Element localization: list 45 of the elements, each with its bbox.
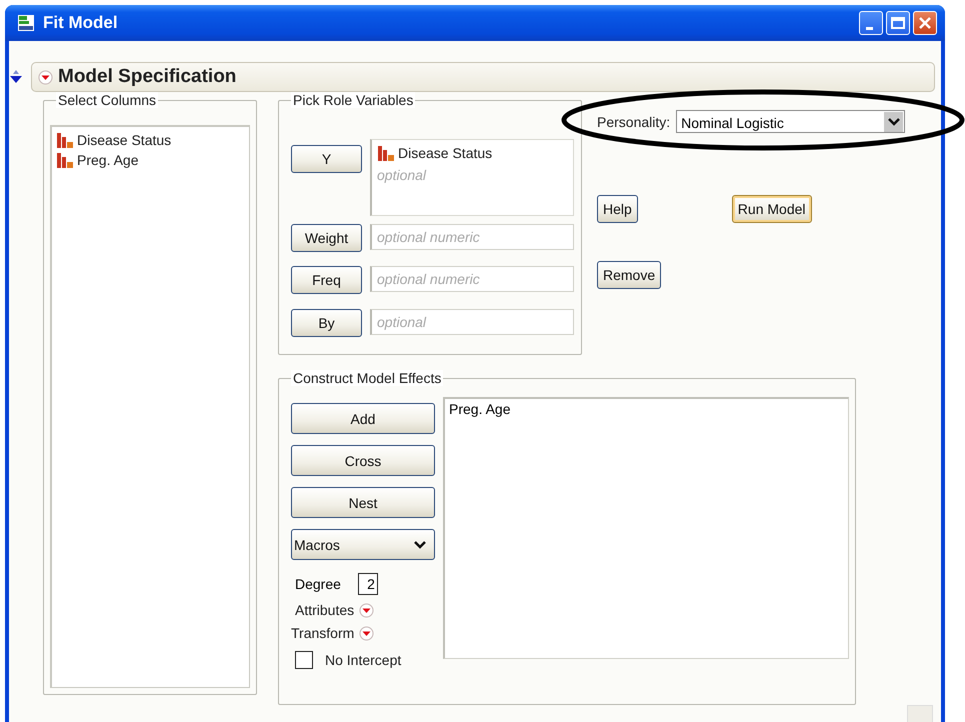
minimize-button[interactable] [859, 11, 883, 35]
minimize-icon [866, 26, 872, 30]
role-list[interactable]: Disease Status optional [370, 139, 574, 216]
personality-dropdown[interactable]: Nominal Logistic [676, 110, 906, 133]
column-item[interactable]: Preg. Age [77, 152, 138, 168]
outline-title: Model Specification [58, 66, 236, 88]
window-title: Fit Model [43, 13, 119, 33]
role-button[interactable]: Y [291, 145, 362, 173]
nominal-column-icon [56, 152, 74, 168]
action-button[interactable]: Run Model [732, 195, 812, 223]
action-button[interactable]: Remove [597, 261, 662, 289]
effect-button[interactable]: Add [291, 403, 435, 434]
role-button[interactable]: Weight [291, 224, 362, 252]
effect-button[interactable]: Nest [291, 487, 435, 518]
group-title: Construct Model Effects [291, 370, 444, 386]
nominal-column-icon [56, 132, 74, 148]
menu-label: Transform [291, 625, 354, 641]
disclosure-icon[interactable] [9, 69, 23, 85]
caret-icon [414, 540, 426, 550]
degree-field[interactable]: 2 [358, 573, 378, 595]
group-title: Select Columns [56, 92, 158, 108]
nominal-column-icon [377, 145, 395, 161]
degree-label: Degree [295, 576, 341, 592]
outline-header[interactable]: Model Specification [31, 62, 935, 92]
close-icon [918, 16, 932, 30]
macros-dropdown[interactable]: Macros [291, 529, 435, 560]
checkbox[interactable] [295, 651, 313, 669]
close-button[interactable] [913, 11, 937, 35]
role-button[interactable]: By [291, 309, 362, 337]
role-item: Disease Status [398, 145, 492, 161]
placeholder-text: optional [377, 167, 426, 183]
menu-label: Attributes [295, 602, 354, 618]
column-item[interactable]: Disease Status [77, 132, 172, 148]
role-button[interactable]: Freq [291, 266, 362, 294]
action-button[interactable]: Help [597, 195, 638, 223]
effect-item[interactable]: Preg. Age [449, 401, 844, 417]
caret-icon [884, 112, 904, 132]
effect-button[interactable]: Cross [291, 445, 435, 476]
checkbox-label: No Intercept [325, 652, 402, 668]
maximize-icon [891, 17, 905, 29]
maximize-button[interactable] [886, 11, 910, 35]
group-title: Pick Role Variables [291, 92, 416, 108]
personality-label: Personality: [597, 114, 670, 130]
resize-grip[interactable] [907, 705, 933, 722]
app-icon [17, 14, 35, 32]
